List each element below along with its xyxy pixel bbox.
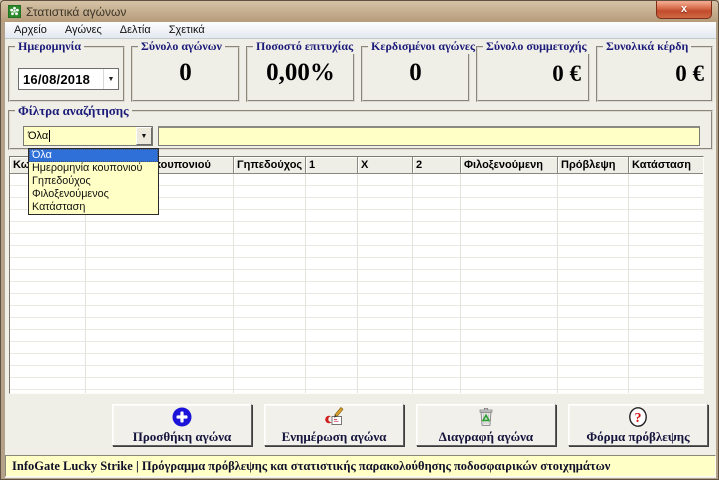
groupbox-total-stake: Σύνολο συμμετοχής 0 € bbox=[476, 46, 590, 102]
filter-dropdown-list: Όλα Ημερομηνία κουπονιού Γηπεδούχος Φιλο… bbox=[28, 148, 159, 215]
status-bar: InfoGate Lucky Strike | Πρόγραμμα πρόβλε… bbox=[5, 455, 716, 477]
add-match-button[interactable]: Προσθήκη αγώνα bbox=[112, 404, 252, 446]
groupbox-won-matches: Κερδισμένοι αγώνες 0 bbox=[361, 46, 470, 102]
dropdown-item-status[interactable]: Κατάσταση bbox=[29, 201, 158, 214]
stats-row: Ημερομηνία 16/08/2018 ▼ Σύνολο αγώνων 0 … bbox=[8, 46, 713, 102]
col-header-x[interactable]: X bbox=[358, 157, 413, 174]
prediction-form-label: Φόρμα πρόβλεψης bbox=[586, 429, 689, 445]
table-gridline bbox=[358, 174, 413, 393]
menu-matches[interactable]: Αγώνες bbox=[56, 23, 111, 38]
status-text: InfoGate Lucky Strike | Πρόγραμμα πρόβλε… bbox=[12, 459, 610, 474]
col-header-away-team[interactable]: Φιλοξενούμενη bbox=[461, 157, 558, 174]
delete-match-label: Διαγραφή αγώνα bbox=[439, 429, 533, 445]
table-gridline bbox=[306, 174, 358, 393]
table-gridline bbox=[558, 174, 629, 393]
update-match-label: Ενημέρωση αγώνα bbox=[282, 429, 387, 445]
filter-combobox[interactable]: Όλα ▼ bbox=[23, 126, 153, 146]
question-icon: ? bbox=[627, 406, 649, 428]
table-gridline bbox=[234, 174, 306, 393]
prediction-form-button[interactable]: ? Φόρμα πρόβλεψης bbox=[568, 404, 708, 446]
filter-combobox-value: Όλα bbox=[24, 130, 136, 142]
table-gridline bbox=[461, 174, 558, 393]
filters-inner: Όλα ▼ bbox=[23, 126, 700, 146]
date-picker[interactable]: 16/08/2018 ▼ bbox=[18, 68, 119, 90]
menu-about[interactable]: Σχετικά bbox=[160, 23, 214, 38]
add-icon bbox=[171, 406, 193, 428]
total-stake-label: Σύνολο συμμετοχής bbox=[483, 39, 590, 54]
col-header-home-team[interactable]: Γηπεδούχος bbox=[234, 157, 306, 174]
groupbox-success-rate: Ποσοστό επιτυχίας 0,00% bbox=[246, 46, 355, 102]
update-match-button[interactable]: Ενημέρωση αγώνα bbox=[264, 404, 404, 446]
table-gridline bbox=[629, 174, 703, 393]
col-header-1[interactable]: 1 bbox=[306, 157, 358, 174]
menu-coupons[interactable]: Δελτία bbox=[111, 23, 160, 38]
groupbox-total-matches: Σύνολο αγώνων 0 bbox=[131, 46, 240, 102]
col-header-2[interactable]: 2 bbox=[413, 157, 461, 174]
text-caret bbox=[49, 130, 50, 142]
dropdown-item-away-team[interactable]: Φιλοξενούμενος bbox=[29, 188, 158, 201]
total-matches-label: Σύνολο αγώνων bbox=[138, 39, 225, 54]
date-dropdown-arrow-icon[interactable]: ▼ bbox=[103, 69, 118, 89]
dropdown-item-all[interactable]: Όλα bbox=[29, 149, 158, 162]
edit-icon bbox=[323, 406, 345, 428]
groupbox-filters: Φίλτρα αναζήτησης Όλα ▼ bbox=[8, 110, 713, 150]
filters-label: Φίλτρα αναζήτησης bbox=[15, 103, 132, 119]
col-header-status[interactable]: Κατάσταση bbox=[629, 157, 703, 174]
total-profit-label: Συνολικά κέρδη bbox=[603, 39, 691, 54]
groupbox-total-profit: Συνολικά κέρδη 0 € bbox=[596, 46, 713, 102]
dropdown-item-coupon-date[interactable]: Ημερομηνία κουπονιού bbox=[29, 162, 158, 175]
table-gridline bbox=[413, 174, 461, 393]
action-buttons: Προσθήκη αγώνα Ενημέρωση αγώνα bbox=[112, 404, 708, 446]
window-title: Στατιστικά αγώνων bbox=[26, 5, 126, 19]
client-area: Ημερομηνία 16/08/2018 ▼ Σύνολο αγώνων 0 … bbox=[5, 39, 716, 478]
menu-bar: Αρχείο Αγώνες Δελτία Σχετικά bbox=[5, 22, 716, 39]
close-button[interactable]: x bbox=[656, 1, 712, 19]
app-flower-icon bbox=[8, 5, 21, 18]
title-bar[interactable]: Στατιστικά αγώνων x bbox=[1, 1, 718, 22]
dropdown-item-home-team[interactable]: Γηπεδούχος bbox=[29, 175, 158, 188]
success-rate-label: Ποσοστό επιτυχίας bbox=[253, 39, 356, 54]
groupbox-date-label: Ημερομηνία bbox=[15, 39, 84, 54]
menu-file[interactable]: Αρχείο bbox=[5, 23, 56, 38]
add-match-label: Προσθήκη αγώνα bbox=[133, 429, 232, 445]
groupbox-date: Ημερομηνία 16/08/2018 ▼ bbox=[8, 46, 125, 102]
won-matches-label: Κερδισμένοι αγώνες bbox=[368, 39, 478, 54]
delete-match-button[interactable]: Διαγραφή αγώνα bbox=[416, 404, 556, 446]
filter-search-input[interactable] bbox=[158, 126, 700, 146]
date-value: 16/08/2018 bbox=[19, 72, 103, 87]
svg-text:?: ? bbox=[635, 411, 642, 426]
app-window: Στατιστικά αγώνων x Αρχείο Αγώνες Δελτία… bbox=[0, 0, 719, 480]
col-header-prediction[interactable]: Πρόβλεψη bbox=[558, 157, 629, 174]
combobox-dropdown-arrow-icon[interactable]: ▼ bbox=[136, 127, 152, 145]
delete-icon bbox=[475, 406, 497, 428]
